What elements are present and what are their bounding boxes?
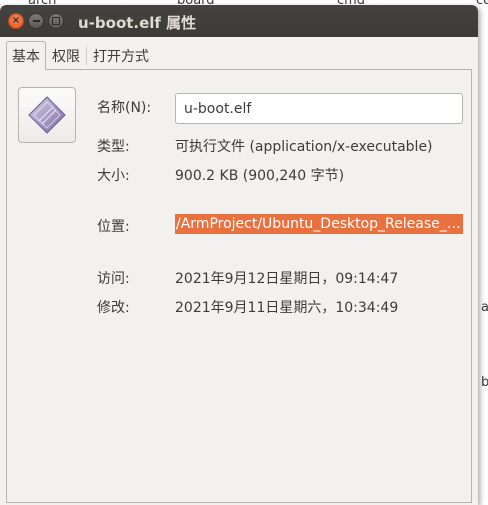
modified-value: 2021年9月11日星期六，10:34:49 — [175, 300, 399, 316]
accessed-label: 访问: — [97, 271, 130, 287]
accessed-value: 2021年9月12日星期日，09:14:47 — [175, 271, 399, 287]
tab-basic[interactable]: 基本 — [6, 41, 46, 70]
type-value: 可执行文件 (application/x-executable) — [175, 139, 433, 155]
name-field[interactable] — [175, 93, 463, 124]
properties-dialog: × u-boot.elf 属性 基本 权限 打开方式 名称(N): u-boot… — [0, 5, 478, 505]
size-label: 大小: — [97, 168, 130, 184]
type-label: 类型: — [97, 139, 130, 155]
tab-permissions[interactable]: 权限 — [46, 41, 86, 70]
modified-label: 修改: — [97, 300, 130, 316]
minimize-button[interactable] — [28, 13, 44, 29]
size-value: 900.2 KB (900,240 字节) — [175, 168, 345, 184]
close-button[interactable]: × — [8, 13, 24, 29]
close-icon: × — [11, 15, 21, 26]
desktop-file-label[interactable]: b — [481, 375, 488, 390]
tab-open-with[interactable]: 打开方式 — [87, 41, 155, 70]
title-bar[interactable]: × u-boot.elf 属性 — [0, 5, 478, 37]
executable-file-icon — [28, 96, 66, 134]
tab-bar: 基本 权限 打开方式 — [6, 41, 155, 70]
file-icon-button[interactable] — [18, 87, 76, 143]
desktop-file-label[interactable]: co — [476, 0, 488, 8]
location-value[interactable]: /ArmProject/Ubuntu_Desktop_Release_… — [175, 214, 463, 234]
location-label: 位置: — [97, 219, 130, 235]
maximize-icon — [52, 17, 60, 25]
name-label: 名称(N): — [97, 100, 152, 116]
minimize-icon — [32, 20, 40, 22]
window-title: u-boot.elf 属性 — [78, 14, 197, 32]
maximize-button[interactable] — [48, 13, 64, 29]
desktop-file-label[interactable]: a — [481, 300, 488, 315]
